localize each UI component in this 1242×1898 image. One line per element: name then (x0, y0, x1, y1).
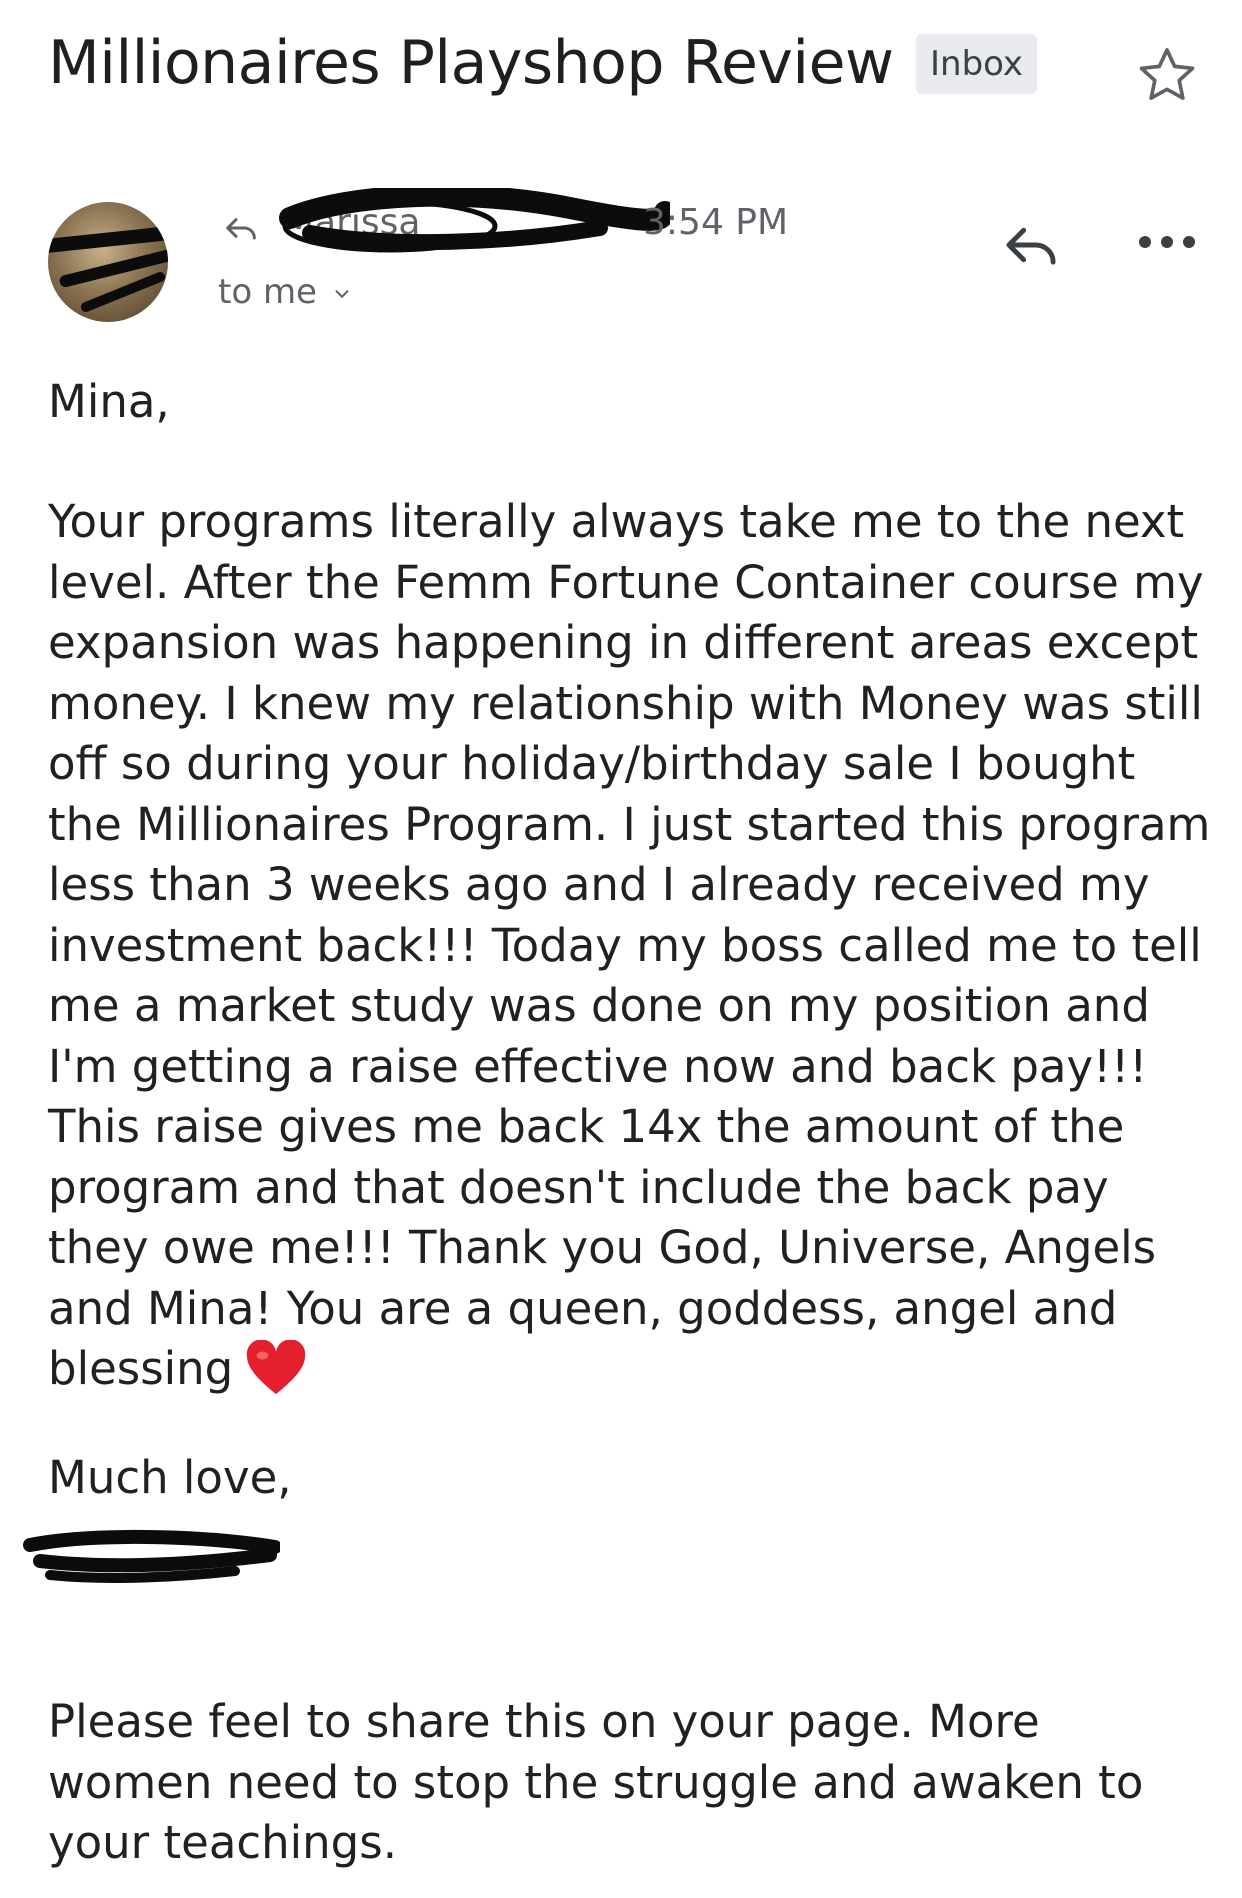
email-subject: Millionaires Playshop Review (48, 28, 894, 98)
sender-avatar[interactable] (48, 202, 168, 322)
recipient-details-toggle[interactable]: to me (218, 272, 353, 312)
heart-emoji-icon (247, 1340, 306, 1395)
message-body: Your programs literally always take me t… (48, 492, 1218, 1400)
avatar-redaction-stroke (48, 224, 168, 254)
message-signoff: Much love, (48, 1451, 292, 1504)
reply-indicator-icon (226, 218, 256, 240)
email-header: Millionaires Playshop Review Inbox (48, 22, 1198, 112)
signature-redaction-scribble (23, 1529, 280, 1583)
sender-redaction-scribble (279, 188, 670, 253)
more-options-icon[interactable] (1136, 230, 1198, 254)
message-closing: Please feel to share this on your page. … (48, 1695, 1144, 1869)
message-body-text: Your programs literally always take me t… (48, 495, 1211, 1395)
chevron-down-icon[interactable] (331, 283, 353, 305)
email-time: 3:54 PM (643, 202, 789, 243)
sender-row[interactable]: Marissa 3:54 PM to me (38, 188, 1208, 340)
message-greeting: Mina, (48, 375, 170, 428)
inbox-label-badge[interactable]: Inbox (916, 34, 1038, 94)
recipient-label: to me (218, 272, 317, 312)
star-icon[interactable] (1133, 42, 1201, 110)
reply-icon[interactable] (1000, 218, 1062, 272)
